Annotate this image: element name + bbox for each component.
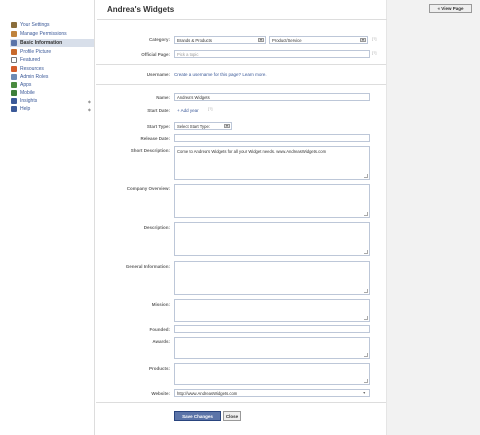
sidebar-item-label: Admin Roles xyxy=(20,74,49,80)
awards-label: Awards: xyxy=(152,339,170,344)
resize-handle-icon[interactable] xyxy=(364,250,368,254)
founded-input[interactable] xyxy=(174,325,370,333)
resize-handle-icon[interactable] xyxy=(364,353,368,357)
divider xyxy=(97,19,387,20)
sidebar-item-label: Help xyxy=(20,106,31,112)
close-button[interactable]: Close xyxy=(223,411,241,421)
apps-icon xyxy=(11,82,17,88)
founded-label: Founded: xyxy=(149,327,171,332)
category-select[interactable]: Brands & Products ▼ xyxy=(174,36,266,44)
description-label: Description: xyxy=(143,225,170,230)
chevron-down-icon: ▼ xyxy=(360,38,366,42)
awards-textarea[interactable] xyxy=(174,337,370,359)
start-type-value: Select Start Type: xyxy=(177,123,210,129)
official-page-label: Official Page: xyxy=(141,52,170,57)
insights-icon xyxy=(11,98,17,104)
sidebar-item-featured[interactable]: Featured xyxy=(11,56,94,64)
divider xyxy=(96,402,386,403)
category-value: Brands & Products xyxy=(177,37,212,43)
sidebar-item-profile-picture[interactable]: Profile Picture xyxy=(11,48,94,56)
admin-icon xyxy=(11,74,17,80)
chevron-down-icon: ▼ xyxy=(224,124,230,128)
help-hint[interactable]: [?] xyxy=(208,106,212,111)
sidebar-item-label: Manage Permissions xyxy=(20,31,67,37)
resize-handle-icon[interactable] xyxy=(364,316,368,320)
resize-handle-icon[interactable] xyxy=(364,289,368,293)
settings-icon xyxy=(11,22,17,28)
mission-label: Mission: xyxy=(151,302,170,307)
permissions-icon xyxy=(11,31,17,37)
save-changes-button[interactable]: Save Changes xyxy=(174,411,221,421)
subcategory-select[interactable]: Product/Service ▼ xyxy=(269,36,368,44)
release-date-input[interactable] xyxy=(174,134,370,142)
page-title: Andrea's Widgets xyxy=(107,5,175,14)
chevron-right-icon[interactable]: ◆ xyxy=(88,107,91,112)
chevron-right-icon[interactable]: ◆ xyxy=(88,99,91,104)
sidebar-item-your-settings[interactable]: Your Settings xyxy=(11,21,94,29)
category-label: Category: xyxy=(148,37,170,42)
website-input[interactable]: http://www.AndreasWidgets.com ▼ xyxy=(174,389,370,397)
sidebar-item-apps[interactable]: Apps xyxy=(11,81,94,89)
divider xyxy=(96,64,386,65)
mission-textarea[interactable] xyxy=(174,299,370,322)
sidebar-item-label: Basic Information xyxy=(20,40,63,46)
general-information-label: General Information: xyxy=(125,264,170,269)
star-icon xyxy=(11,57,17,63)
sidebar-item-label: Insights xyxy=(20,98,38,104)
resources-icon xyxy=(11,66,17,72)
name-label: Name: xyxy=(156,95,170,100)
release-date-label: Release Date: xyxy=(140,136,170,141)
picture-icon xyxy=(11,49,17,55)
divider xyxy=(96,84,386,85)
sidebar-item-mobile[interactable]: Mobile xyxy=(11,89,94,97)
sidebar-item-label: Apps xyxy=(20,82,32,88)
help-hint[interactable]: [?] xyxy=(372,36,376,41)
sidebar-item-label: Mobile xyxy=(20,90,35,96)
chevron-down-icon[interactable]: ▼ xyxy=(363,391,366,395)
sidebar-item-insights[interactable]: Insights ◆ xyxy=(11,97,94,105)
official-page-input[interactable]: Pick a topic xyxy=(174,50,370,58)
view-page-button[interactable]: « View Page xyxy=(429,4,472,13)
name-input[interactable]: Andrea's Widgets xyxy=(174,93,370,101)
mobile-icon xyxy=(11,90,17,96)
username-label: Username: xyxy=(146,72,170,77)
resize-handle-icon[interactable] xyxy=(364,174,368,178)
products-textarea[interactable] xyxy=(174,363,370,385)
help-icon xyxy=(11,106,17,112)
website-label: Website: xyxy=(151,391,170,396)
sidebar-item-admin-roles[interactable]: Admin Roles xyxy=(11,73,94,81)
short-description-textarea[interactable]: Come to Andrea's Widgets for all your Wi… xyxy=(174,146,370,180)
sidebar-item-resources[interactable]: Resources xyxy=(11,65,94,73)
chevron-down-icon: ▼ xyxy=(258,38,264,42)
sidebar-item-manage-permissions[interactable]: Manage Permissions xyxy=(11,30,94,38)
info-icon xyxy=(11,40,17,46)
add-year-link[interactable]: + Add year xyxy=(177,108,199,113)
sidebar-item-label: Profile Picture xyxy=(20,49,52,55)
learn-more-link[interactable]: Learn more. xyxy=(242,72,266,77)
start-type-label: Start Type: xyxy=(146,124,170,129)
subcategory-value: Product/Service xyxy=(272,37,302,43)
sidebar-item-help[interactable]: Help ◆ xyxy=(11,105,94,113)
company-overview-label: Company Overview: xyxy=(126,186,170,191)
create-username-link[interactable]: Create a username for this page? xyxy=(174,72,241,77)
username-text: Create a username for this page? Learn m… xyxy=(174,72,267,77)
products-label: Products: xyxy=(148,366,170,371)
resize-handle-icon[interactable] xyxy=(364,212,368,216)
sidebar-item-basic-information[interactable]: Basic Information xyxy=(10,39,94,47)
short-description-label: Short Description: xyxy=(130,148,170,153)
description-textarea[interactable] xyxy=(174,222,370,256)
sidebar-item-label: Your Settings xyxy=(20,22,50,28)
sidebar-item-label: Featured xyxy=(20,57,41,63)
company-overview-textarea[interactable] xyxy=(174,184,370,218)
help-hint[interactable]: [?] xyxy=(372,50,376,55)
start-type-select[interactable]: Select Start Type: ▼ xyxy=(174,122,232,130)
sidebar: Your Settings Manage Permissions Basic I… xyxy=(0,0,94,435)
general-information-textarea[interactable] xyxy=(174,261,370,295)
start-date-label: Start Date: xyxy=(147,108,170,113)
resize-handle-icon[interactable] xyxy=(364,379,368,383)
sidebar-item-label: Resources xyxy=(20,66,44,72)
